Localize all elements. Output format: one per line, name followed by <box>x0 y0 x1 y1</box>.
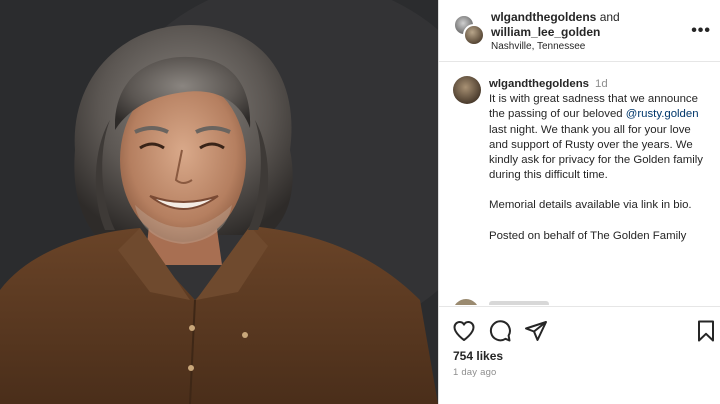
collab-line: wlgandthegoldens and <box>491 10 620 24</box>
location-link[interactable]: Nashville, Tennessee <box>491 41 585 52</box>
post-timestamp: 1 day ago <box>453 367 497 378</box>
share-icon[interactable] <box>524 319 548 343</box>
more-options-icon[interactable]: ••• <box>691 22 711 40</box>
caption-time: 1d <box>595 78 608 90</box>
caption-paragraph-memorial: Memorial details available via link in b… <box>489 199 692 212</box>
collab-avatars[interactable] <box>453 14 485 46</box>
heart-icon[interactable] <box>452 319 476 343</box>
and-text: and <box>599 10 620 24</box>
caption-body-part2: last night. We thank you all for your lo… <box>489 123 703 182</box>
post-header: wlgandthegoldens and william_lee_golden … <box>439 0 720 62</box>
bookmark-icon[interactable] <box>694 319 718 343</box>
action-bar: 754 likes 1 day ago <box>439 306 720 404</box>
likes-count[interactable]: 754 likes <box>453 349 503 363</box>
post-side-panel: wlgandthegoldens and william_lee_golden … <box>438 0 720 404</box>
avatar[interactable] <box>463 24 485 46</box>
portrait-image <box>0 0 438 404</box>
avatar[interactable] <box>453 299 479 305</box>
avatar[interactable] <box>453 76 481 104</box>
comment-icon[interactable] <box>488 319 512 343</box>
post-photo[interactable] <box>0 0 438 404</box>
caption-text: wlgandthegoldens 1d It is with great sadn… <box>489 77 711 259</box>
caption-area: wlgandthegoldens 1d It is with great sadn… <box>439 63 720 305</box>
username-link[interactable]: william_lee_golden <box>491 25 600 39</box>
mention-link[interactable]: @rusty.golden <box>626 108 699 120</box>
caption-paragraph-signoff: Posted on behalf of The Golden Family <box>489 229 687 242</box>
comment-preview <box>489 301 549 305</box>
caption-username[interactable]: wlgandthegoldens <box>489 78 589 90</box>
username-link[interactable]: wlgandthegoldens <box>491 10 596 24</box>
